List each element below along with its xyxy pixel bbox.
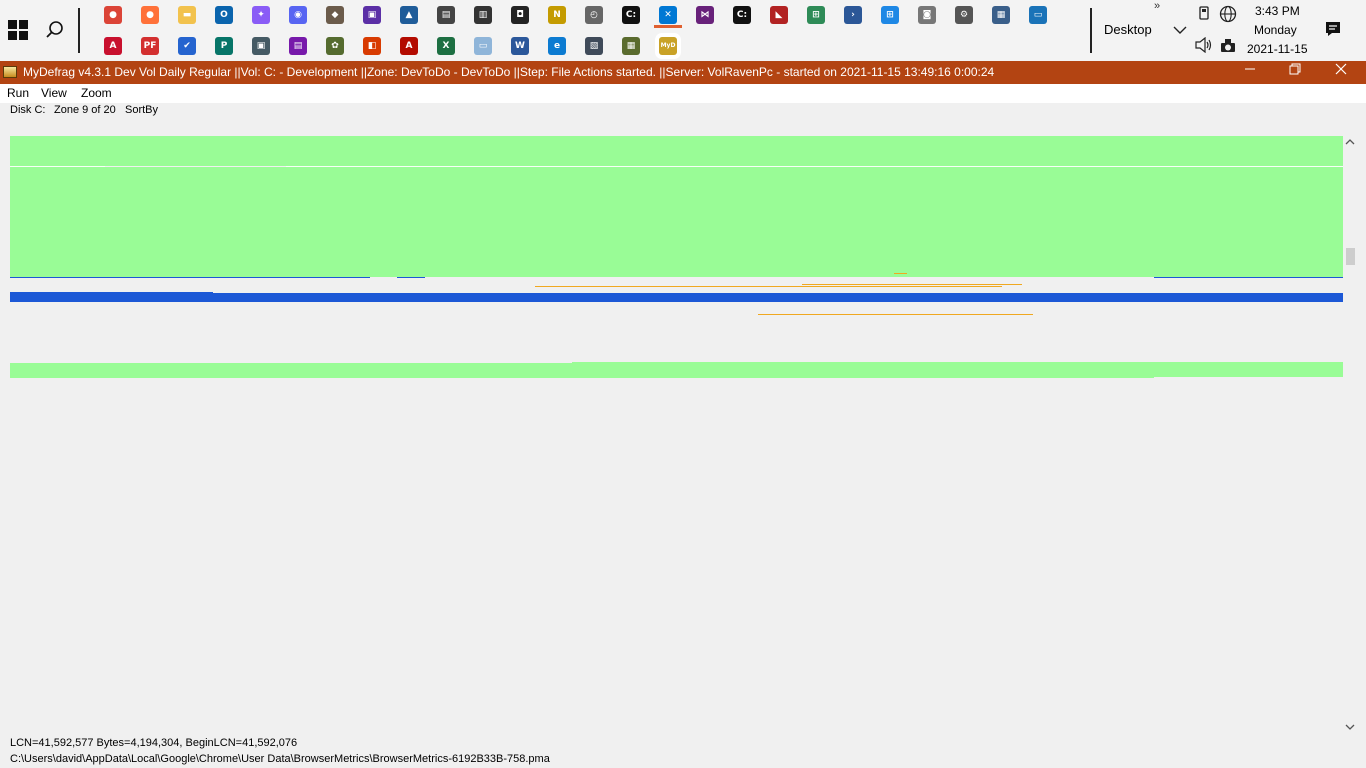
close-button[interactable] [1318,61,1364,84]
photo-editor-icon[interactable]: ▲ [400,6,418,24]
disk-segment-moving [894,273,907,274]
admin-tool-icon[interactable]: ▦ [992,6,1010,24]
messenger-icon[interactable]: ✦ [252,6,270,24]
spreadsheet-tool-icon[interactable]: ▦ [622,37,640,55]
mydefrag-app-icon [3,66,17,78]
disk-segment-moving [802,284,1022,285]
status-header: Disk C: Zone 9 of 20 SortBy [0,103,1366,120]
scanner-icon[interactable]: ▥ [474,6,492,24]
clock-date[interactable]: 2021-11-15 [1247,42,1308,56]
edge-icon[interactable]: e [548,37,566,55]
chrome-icon[interactable]: ● [104,6,122,24]
todo-icon[interactable]: ✔ [178,37,196,55]
printer-tool-icon[interactable]: ▤ [437,6,455,24]
pdf-tool-icon[interactable]: PF [141,37,159,55]
window-title-bar[interactable]: MyDefrag v4.3.1 Dev Vol Daily Regular ||… [0,61,1366,84]
globe-icon[interactable] [1219,5,1237,27]
disk-segment-used [10,167,1343,277]
file-explorer-icon[interactable]: ▬ [178,6,196,24]
notepad-icon[interactable]: N [548,6,566,24]
desktop-toolbar-label[interactable]: Desktop [1104,22,1152,37]
disk-segment-free [370,277,397,279]
monitor-tool-icon[interactable]: ▣ [252,37,270,55]
status-disk: Disk C: [10,104,46,116]
windows-tool-icon[interactable]: ⊞ [807,6,825,24]
settings-icon[interactable]: ⚙ [955,6,973,24]
cluster-info: LCN=41,592,577 Bytes=4,194,304, BeginLCN… [10,737,298,749]
disk-cluster-map[interactable] [10,136,1343,736]
onenote-tool-icon[interactable]: ▤ [289,37,307,55]
status-zone: Zone 9 of 20 [54,104,116,116]
search-icon[interactable] [44,19,66,41]
clock-app-icon[interactable]: ◴ [585,6,603,24]
office-icon[interactable]: ◧ [363,37,381,55]
camera-icon[interactable]: ◘ [511,6,529,24]
taskbar-separator [78,8,80,53]
outlook-icon[interactable]: O [215,6,233,24]
network-tool-icon[interactable]: ⊞ [881,6,899,24]
minimize-button[interactable] [1227,61,1273,84]
vscode-icon[interactable]: ✕ [659,6,677,24]
mydefrag-icon[interactable]: MyD [654,25,682,55]
disk-segment-used [397,277,425,278]
discord-icon[interactable]: ◉ [289,6,307,24]
menu-zoom[interactable]: Zoom [81,86,112,100]
disk-segment-used [10,377,1154,378]
visual-studio-icon[interactable]: ⋈ [696,6,714,24]
status-sortby: SortBy [125,104,159,116]
notes-icon[interactable]: ▭ [474,37,492,55]
powertoys-icon[interactable]: ▣ [363,6,381,24]
disk-segment-moving [758,314,1033,315]
window-title: MyDefrag v4.3.1 Dev Vol Daily Regular ||… [23,65,995,79]
disk-segment-used [10,277,370,278]
menu-run[interactable]: Run [7,86,29,100]
usb-icon[interactable] [1198,6,1210,26]
overflow-chevron-icon[interactable]: » [1154,0,1160,12]
excel-icon[interactable]: X [437,37,455,55]
disk-segment-used [10,363,1343,377]
file-path-info: C:\Users\david\AppData\Local\Google\Chro… [10,753,550,765]
scroll-thumb[interactable] [1346,248,1355,265]
disk-segment-used [10,136,1343,166]
command-prompt-2-icon[interactable]: C: [733,6,751,24]
volume-icon[interactable] [1195,36,1213,57]
word-icon[interactable]: W [511,37,529,55]
powershell-icon[interactable]: › [844,6,862,24]
command-prompt-icon[interactable]: C: [622,6,640,24]
ruler-tool-icon[interactable]: ◣ [770,6,788,24]
gimp-icon[interactable]: ◆ [326,6,344,24]
publisher-icon[interactable]: P [215,37,233,55]
restore-button[interactable] [1272,61,1318,84]
remote-desktop-icon[interactable]: ▭ [1029,6,1047,24]
menu-bar: Run View Zoom [0,84,1366,103]
windows-start-icon[interactable] [8,20,28,40]
network-device-icon[interactable] [1219,37,1237,57]
firefox-icon[interactable]: ● [141,6,159,24]
disk-segment-used [1154,277,1343,278]
disk-segment-used [10,300,922,302]
scroll-up-icon[interactable] [1345,138,1355,149]
taskbar: ● ● ▬ O ✦ ◉ ◆ ▣ ▲ ▤ ▥ ◘ N ◴ C: ✕ ⋈ C: ◣ ⊞ › ⊞ ◙ ⚙ ▦ ▭ A PF ✔ P ▣ ▤ ✿ ◧ A X… [0,0,1366,61]
menu-view[interactable]: View [41,86,67,100]
scroll-down-icon[interactable] [1345,723,1355,734]
disk-segment-moving [535,286,1002,287]
clock-time[interactable]: 3:43 PM [1255,4,1300,18]
taskbar-separator [1090,8,1092,53]
clock-day[interactable]: Monday [1254,23,1297,37]
notification-icon[interactable] [1324,20,1342,38]
acrobat-reader-icon[interactable]: A [104,37,122,55]
disk-map-scrollbar[interactable] [1343,136,1357,736]
chevron-down-icon[interactable] [1173,22,1187,38]
remote-tool-icon[interactable]: ◙ [918,6,936,24]
plant-app-icon[interactable]: ✿ [326,37,344,55]
acrobat-icon[interactable]: A [400,37,418,55]
backup-tool-icon[interactable]: ▧ [585,37,603,55]
